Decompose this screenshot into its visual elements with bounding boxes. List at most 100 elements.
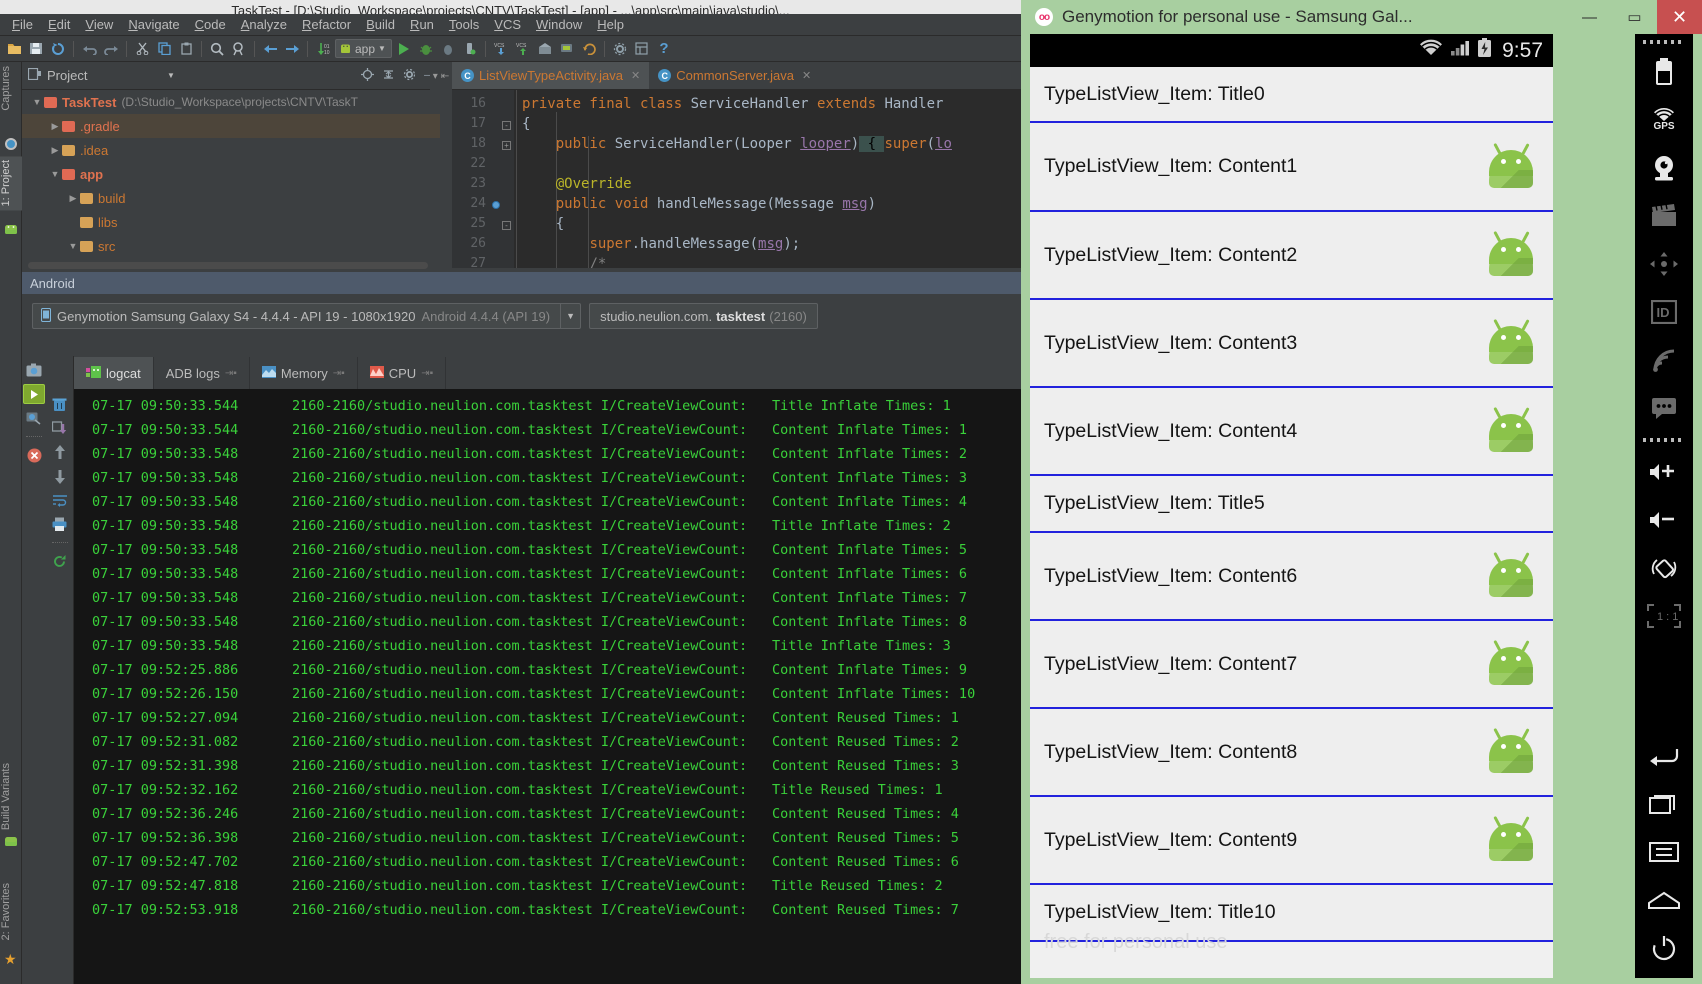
network-icon[interactable]	[1641, 338, 1687, 382]
copy-icon[interactable]	[154, 39, 174, 59]
list-item[interactable]: TypeListView_Item: Title0	[1030, 67, 1553, 123]
pin-icon[interactable]: ⇥▪	[333, 368, 345, 379]
screenshot-icon[interactable]	[23, 360, 45, 380]
menu-item-tools[interactable]: Tools	[442, 15, 486, 34]
logcat-tab-logcat[interactable]: logcat	[74, 357, 154, 389]
navigate-forward-icon[interactable]	[282, 39, 302, 59]
revert-icon[interactable]	[579, 39, 599, 59]
project-tree[interactable]: ▼ TaskTest (D:\Studio_Workspace\projects\C…	[22, 90, 440, 268]
device-selector[interactable]: Genymotion Samsung Galaxy S4 - 4.4.4 - A…	[32, 303, 582, 329]
collapse-all-icon[interactable]	[382, 68, 395, 84]
cut-icon[interactable]	[132, 39, 152, 59]
clapperboard-icon[interactable]	[1641, 194, 1687, 238]
back-icon[interactable]	[1641, 734, 1687, 778]
sidebar-item-captures[interactable]: Captures	[0, 62, 22, 115]
menu-item-file[interactable]: File	[5, 15, 40, 34]
sdk-manager-icon[interactable]	[535, 39, 555, 59]
list-item[interactable]: TypeListView_Item: Content4	[1030, 388, 1553, 476]
type-list-view[interactable]: TypeListView_Item: Title0 TypeListView_It…	[1030, 67, 1553, 942]
run-configuration-selector[interactable]: app ▼	[335, 39, 392, 58]
logcat-tab-memory[interactable]: Memory ⇥▪	[250, 357, 358, 389]
editor-tab[interactable]: C CommonServer.java ✕	[649, 62, 820, 89]
device-screen[interactable]: 9:57 TypeListView_Item: Title0 TypeListVi…	[1030, 34, 1553, 978]
dpad-icon[interactable]	[1641, 242, 1687, 286]
tree-twisty[interactable]: ▼	[66, 241, 80, 251]
list-item[interactable]: TypeListView_Item: Title10	[1030, 885, 1553, 942]
list-item[interactable]: TypeListView_Item: Content3	[1030, 300, 1553, 388]
tree-twisty[interactable]: ▶	[66, 193, 80, 204]
close-button[interactable]: ✕	[1657, 0, 1702, 34]
process-selector[interactable]: studio.neulion.com. tasktest (2160)	[589, 303, 818, 329]
battery-icon[interactable]	[1641, 50, 1687, 94]
menu-item-navigate[interactable]: Navigate	[121, 15, 186, 34]
sync-icon[interactable]	[48, 39, 68, 59]
screen-record-icon[interactable]	[23, 384, 45, 404]
locate-icon[interactable]	[361, 67, 374, 84]
list-item[interactable]: TypeListView_Item: Title5	[1030, 476, 1553, 533]
attach-debugger-icon[interactable]	[460, 39, 480, 59]
soft-wrap-icon[interactable]	[49, 490, 71, 510]
sidebar-item-project[interactable]: 1: Project	[0, 156, 22, 211]
settings-icon[interactable]	[610, 39, 630, 59]
tree-twisty[interactable]: ▶	[48, 121, 62, 132]
debug-icon[interactable]	[416, 39, 436, 59]
menu-item-view[interactable]: View	[78, 15, 120, 34]
run-icon[interactable]	[394, 39, 414, 59]
volume-up-icon[interactable]	[1641, 450, 1687, 494]
coverage-icon[interactable]	[438, 39, 458, 59]
code-editor[interactable]: 16 17 - 18 +22 23 24 25 - 26 27 private final clas…	[452, 90, 1021, 268]
tree-node[interactable]: ▼ TaskTest (D:\Studio_Workspace\projects\C…	[22, 90, 440, 114]
id-icon[interactable]: ID	[1641, 290, 1687, 334]
down-arrow-icon[interactable]	[49, 466, 71, 486]
restore-layout-icon[interactable]: ⇤	[441, 71, 449, 82]
find-replace-icon[interactable]	[229, 39, 249, 59]
pin-icon[interactable]: ⇥▪	[225, 368, 237, 379]
menu-item-window[interactable]: Window	[529, 15, 589, 34]
chevron-down-icon[interactable]: ▾	[433, 71, 438, 82]
list-item[interactable]: TypeListView_Item: Content2	[1030, 212, 1553, 300]
editor-split-control[interactable]: ▾ ⇤	[430, 62, 452, 90]
list-item[interactable]: TypeListView_Item: Content9	[1030, 797, 1553, 885]
open-folder-icon[interactable]	[4, 39, 24, 59]
chevron-down-icon[interactable]: ▼	[378, 44, 386, 53]
menu-item-run[interactable]: Run	[403, 15, 441, 34]
volume-down-icon[interactable]	[1641, 498, 1687, 542]
close-icon[interactable]: ✕	[802, 69, 811, 82]
undo-icon[interactable]	[79, 39, 99, 59]
list-item[interactable]: TypeListView_Item: Content1	[1030, 123, 1553, 212]
code-fold-toggle[interactable]: -	[502, 221, 511, 230]
clear-logcat-icon[interactable]	[49, 394, 71, 414]
search-icon[interactable]	[207, 39, 227, 59]
editor-tab[interactable]: C ListViewTypeActivity.java ✕	[452, 62, 650, 89]
list-item[interactable]: TypeListView_Item: Content7	[1030, 621, 1553, 709]
up-arrow-icon[interactable]	[49, 442, 71, 462]
sidebar-item-favorites[interactable]: 2: Favorites	[0, 879, 22, 944]
sync-gradle-icon[interactable]: 01 10	[313, 39, 333, 59]
project-structure-icon[interactable]	[632, 39, 652, 59]
print-icon[interactable]	[49, 514, 71, 534]
redo-icon[interactable]	[101, 39, 121, 59]
rotate-icon[interactable]	[1641, 546, 1687, 590]
close-icon[interactable]: ✕	[631, 69, 640, 82]
panel-settings-icon[interactable]	[403, 68, 416, 84]
home-icon[interactable]	[1641, 878, 1687, 922]
list-item[interactable]: TypeListView_Item: Content6	[1030, 533, 1553, 621]
save-all-icon[interactable]	[26, 39, 46, 59]
restart-logcat-icon[interactable]	[49, 551, 71, 571]
recents-icon[interactable]	[1641, 782, 1687, 826]
tree-twisty[interactable]: ▼	[30, 97, 44, 107]
chevron-down-icon[interactable]: ▼	[167, 71, 175, 80]
pin-icon[interactable]: ⇥▪	[421, 368, 433, 379]
gps-icon[interactable]: GPS	[1641, 98, 1687, 142]
list-item[interactable]: TypeListView_Item: Content8	[1030, 709, 1553, 797]
navigate-back-icon[interactable]	[260, 39, 280, 59]
chevron-down-icon[interactable]: ▼	[560, 304, 580, 328]
sidebar-item-build-variants[interactable]: Build Variants	[0, 759, 22, 834]
maximize-button[interactable]: ▭	[1612, 0, 1657, 34]
minimize-button[interactable]: —	[1567, 0, 1612, 34]
scale-one-to-one-icon[interactable]: 1 : 1	[1641, 594, 1687, 638]
menu-icon[interactable]	[1641, 830, 1687, 874]
tree-node[interactable]: ▶ build	[22, 186, 440, 210]
logcat-tab-cpu[interactable]: CPU ⇥▪	[358, 357, 447, 389]
paste-icon[interactable]	[176, 39, 196, 59]
